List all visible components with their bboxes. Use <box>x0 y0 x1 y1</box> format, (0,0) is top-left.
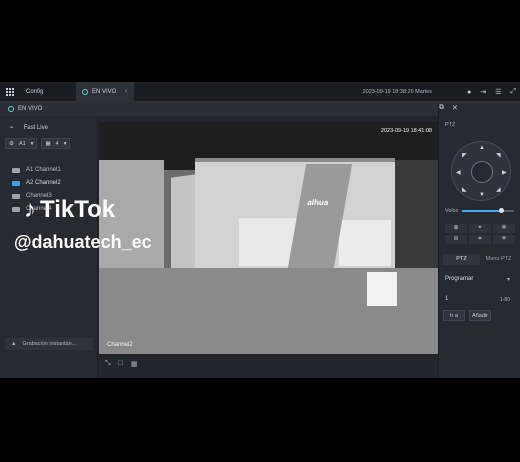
close-icon[interactable]: × <box>124 89 128 95</box>
display-counter <box>339 220 391 266</box>
layout-select-value: 4 <box>55 140 59 147</box>
tab-config-label: Config <box>26 88 44 95</box>
live-icon <box>82 88 88 95</box>
gear-icon: ⚙ <box>9 140 14 147</box>
layout-grid-icon: ▦ <box>45 140 51 147</box>
expand-icon[interactable]: ⤡ <box>105 360 111 372</box>
grid-view-icon[interactable]: ▦ <box>131 360 138 372</box>
tiktok-brand: ♪ TikTok <box>24 196 115 224</box>
tiktok-note-icon: ♪ <box>24 196 36 223</box>
ptz-direction-pad[interactable]: ▲ ▼ ◀ ▶ ◤ ◥ ◣ ◢ <box>451 141 511 201</box>
live-icon <box>8 106 14 112</box>
fast-live[interactable]: ⌁ Fast Live <box>10 124 48 132</box>
tiktok-handle: @dahuatech_ec <box>14 232 152 252</box>
ptz-center-button[interactable] <box>471 161 493 183</box>
tab-live-label: EN VIVO <box>92 88 117 95</box>
brand-logo-text: alhua <box>306 198 330 207</box>
channel-label: A1 Channel1 <box>26 167 61 173</box>
stream-select[interactable]: ⚙ A1 ▾ <box>5 138 38 149</box>
top-bar: Config EN VIVO × 2023-09-19 18:38:26 Mar… <box>0 81 520 102</box>
instant-record-button[interactable]: ▲ Grabación instantán... <box>5 338 93 350</box>
osd-timestamp: 2023-09-19 18:41:08 <box>380 128 432 134</box>
arrow-up-right-icon[interactable]: ◥ <box>496 152 501 159</box>
channel-item[interactable]: A1 Channel1 <box>12 164 61 177</box>
selector-row: ⚙ A1 ▾ ▦ 4 ▾ <box>5 138 71 149</box>
arrow-left-icon[interactable]: ◀ <box>456 169 461 176</box>
tiktok-watermark: ♪ TikTok @dahuatech_ec <box>14 196 194 258</box>
sub-bar: EN VIVO ⧉ ✕ <box>0 102 520 366</box>
top-icons: ● ⇥ ☰ ⤢ <box>467 82 516 102</box>
arrow-right-icon[interactable]: ▶ <box>502 169 507 176</box>
ptz-control-grid: ⊕ ⌖ ✲ ⊖ ⌗ ✳ <box>445 224 515 244</box>
speed-control: Veloc <box>445 208 515 214</box>
tiktok-brand-text: TikTok <box>40 196 116 223</box>
program-select[interactable]: Programar <box>445 276 473 282</box>
chevron-down-icon: ▾ <box>63 140 67 147</box>
zoom-out-icon[interactable]: ⊖ <box>445 235 467 244</box>
fullscreen-icon[interactable]: ⤢ <box>510 88 516 96</box>
ptz-title: PTZ <box>445 122 456 128</box>
single-view-icon[interactable]: □ <box>119 360 123 372</box>
go-to-button[interactable]: Ir a <box>443 310 465 321</box>
camera-icon <box>12 168 20 173</box>
system-clock: 2023-09-19 18:38:26 Martes <box>362 89 432 95</box>
app-grid-icon[interactable] <box>0 82 20 102</box>
tab-config[interactable]: Config <box>20 82 76 102</box>
fast-live-label: Fast Live <box>23 124 48 131</box>
channel-item[interactable]: A2 Channel2 <box>12 177 61 190</box>
sub-title: EN VIVO <box>18 106 43 112</box>
focus-near-icon[interactable]: ⌖ <box>469 224 491 233</box>
layout-select[interactable]: ▦ 4 ▾ <box>41 138 71 149</box>
video-toolbar: ⤡ □ ▦ <box>99 360 137 372</box>
ptz-panel: PTZ ▲ ▼ ◀ ▶ ◤ ◥ ◣ ◢ Veloc ⊕ ⌖ ✲ ⊖ ⌗ ✳ PT… <box>438 116 520 378</box>
arrow-up-icon[interactable]: ▲ <box>479 145 485 151</box>
zoom-in-icon[interactable]: ⊕ <box>445 224 467 233</box>
iris-close-icon[interactable]: ✳ <box>493 235 515 244</box>
arrow-down-right-icon[interactable]: ◢ <box>496 186 501 193</box>
warning-icon: ▲ <box>11 341 17 347</box>
iris-open-icon[interactable]: ✲ <box>493 224 515 233</box>
focus-far-icon[interactable]: ⌗ <box>469 235 491 244</box>
osd-channel-name: Channel2 <box>107 342 133 348</box>
speed-slider[interactable] <box>462 208 515 213</box>
menu-icon[interactable]: ☰ <box>495 88 501 96</box>
speed-slider-handle[interactable] <box>499 208 505 213</box>
arrow-down-left-icon[interactable]: ◣ <box>462 186 467 193</box>
instant-record-label: Grabación instantán... <box>22 341 77 347</box>
speed-slider-fill <box>462 210 502 212</box>
arrow-up-left-icon[interactable]: ◤ <box>462 152 467 159</box>
user-icon[interactable]: ● <box>467 89 471 96</box>
tab-live[interactable]: EN VIVO × <box>76 81 134 102</box>
link-icon: ⌁ <box>10 125 14 131</box>
chevron-down-icon[interactable]: ▾ <box>507 276 510 283</box>
tab-ptz[interactable]: PTZ <box>443 254 480 265</box>
arrow-down-icon[interactable]: ▼ <box>479 192 485 198</box>
speed-label: Veloc <box>445 208 459 214</box>
tab-ptz-menu[interactable]: Menú PTZ <box>480 254 517 265</box>
camera-icon <box>12 181 20 186</box>
preset-input[interactable]: 1 <box>445 296 448 302</box>
add-preset-button[interactable]: Añadir <box>469 310 491 321</box>
chevron-down-icon: ▾ <box>30 140 34 147</box>
channel-label: A2 Channel2 <box>26 180 61 186</box>
cardboard-box <box>367 272 397 306</box>
logout-icon[interactable]: ⇥ <box>480 88 486 96</box>
stream-select-value: A1 <box>18 140 26 147</box>
preset-buttons: Ir a Añadir <box>443 310 491 321</box>
ptz-tabs: PTZ Menú PTZ <box>443 254 517 265</box>
preset-range: 1-80 <box>499 297 510 303</box>
